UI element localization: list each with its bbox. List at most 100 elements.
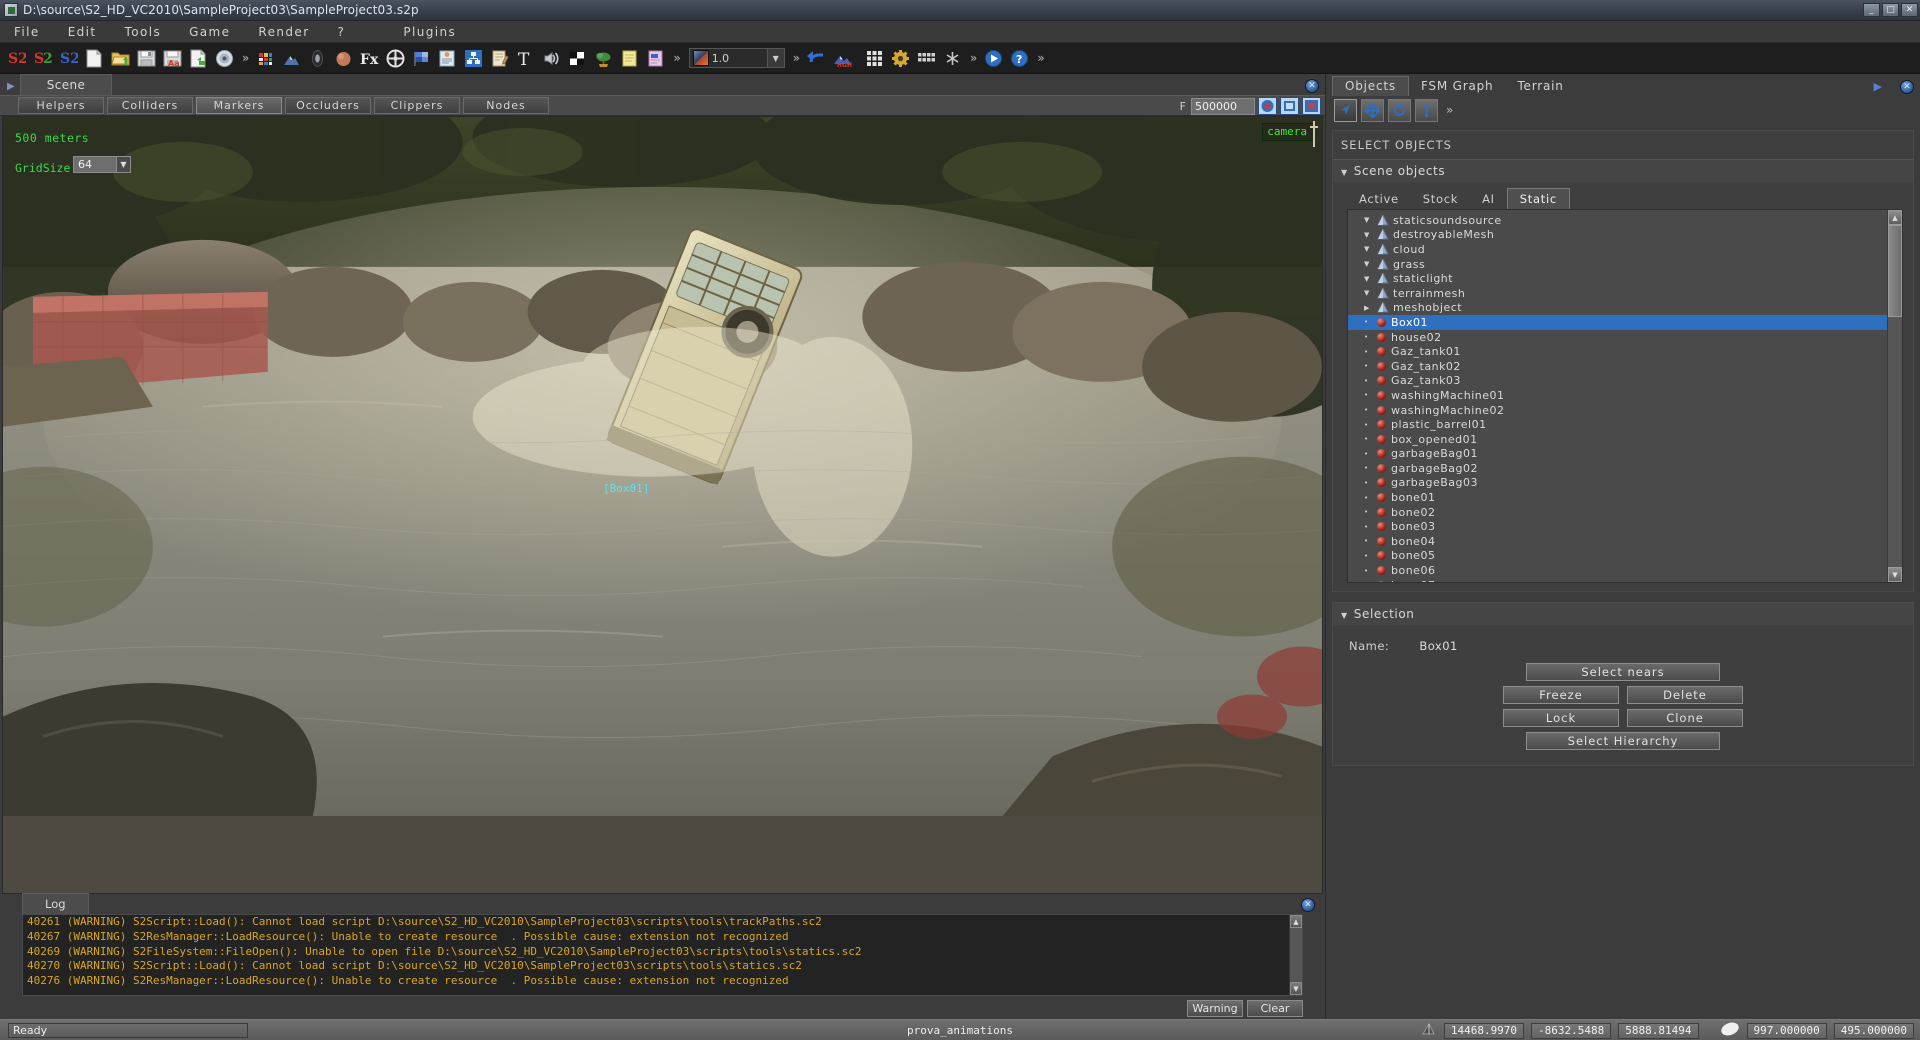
log-warning-button[interactable]: Warning (1187, 1000, 1243, 1017)
rubik-cube-icon[interactable] (253, 46, 278, 71)
tree-row[interactable]: • bone07 (1348, 578, 1887, 582)
menu-help[interactable]: ? (324, 23, 360, 41)
frame-input[interactable]: 500000 (1191, 97, 1255, 115)
selection-section-header[interactable]: ▼ Selection (1333, 603, 1913, 625)
tree-list[interactable]: ▼ staticsoundsource ▼ destroyableMesh ▼ cloud… (1348, 210, 1887, 582)
overflow-chevron-2-icon[interactable]: » (669, 51, 684, 65)
view-tab-occluders[interactable]: Occluders (285, 97, 371, 114)
view-tab-nodes[interactable]: Nodes (463, 97, 549, 114)
select-nears-button[interactable]: Select nears (1526, 663, 1720, 681)
edit-note-icon[interactable] (487, 46, 512, 71)
transform-overflow-icon[interactable]: » (1442, 103, 1457, 117)
view-tab-colliders[interactable]: Colliders (107, 97, 193, 114)
tab-fsm-graph[interactable]: FSM Graph (1409, 77, 1506, 96)
tree-row[interactable]: ▼ cloud (1348, 242, 1887, 257)
close-button[interactable]: ✕ (1901, 3, 1918, 17)
menu-tools[interactable]: Tools (111, 23, 176, 41)
scale-icon[interactable] (1415, 98, 1438, 122)
save-disk-icon[interactable] (134, 46, 159, 71)
mountain-icon[interactable] (279, 46, 304, 71)
scroll-down-icon[interactable]: ▼ (1290, 982, 1302, 995)
log-output[interactable]: 40261 (WARNING) S2Script::Load(): Cannot… (22, 914, 1303, 996)
text-tool-icon[interactable]: T (513, 46, 538, 71)
tree-row[interactable]: • box_opened01 (1348, 432, 1887, 447)
tab-scene[interactable]: Scene (19, 74, 113, 95)
tree-icon[interactable] (591, 46, 616, 71)
open-folder-icon[interactable] (108, 46, 133, 71)
tree-row[interactable]: • garbageBag02 (1348, 461, 1887, 476)
log-scrollbar[interactable]: ▲ ▼ (1289, 915, 1302, 995)
tree-twisty-icon[interactable]: ▶ (1364, 304, 1377, 312)
overflow-chevron-5-icon[interactable]: » (1033, 51, 1048, 65)
clone-button[interactable]: Clone (1627, 709, 1743, 727)
log-clear-button[interactable]: Clear (1247, 1000, 1303, 1017)
tree-row[interactable]: • washingMachine02 (1348, 403, 1887, 418)
rotate-icon[interactable] (1388, 98, 1411, 122)
tree-twisty-icon[interactable]: ▼ (1364, 245, 1377, 253)
tree-row[interactable]: • bone01 (1348, 490, 1887, 505)
material-icon[interactable] (643, 46, 668, 71)
tree-row[interactable]: ▼ terrainmesh (1348, 286, 1887, 301)
tree-row[interactable]: • bone02 (1348, 505, 1887, 520)
target-icon[interactable] (1258, 97, 1277, 115)
play-icon[interactable] (981, 46, 1006, 71)
tree-row[interactable]: ▼ grass (1348, 257, 1887, 272)
tree-twisty-icon[interactable]: ▼ (1364, 289, 1377, 297)
undo-icon[interactable] (804, 46, 829, 71)
select-hierarchy-button[interactable]: Select Hierarchy (1526, 732, 1720, 750)
node-graph-icon[interactable] (461, 46, 486, 71)
menu-file[interactable]: File (0, 23, 54, 41)
bake-icon[interactable] (914, 46, 939, 71)
tree-row[interactable]: • bone06 (1348, 563, 1887, 578)
import-document-icon[interactable] (186, 46, 211, 71)
menu-plugins[interactable]: Plugins (389, 23, 470, 41)
filter-tab-ai[interactable]: AI (1470, 189, 1507, 209)
checker-icon[interactable] (565, 46, 590, 71)
script-document-icon[interactable] (435, 46, 460, 71)
tab-log[interactable]: Log (22, 893, 89, 914)
view-tab-clippers[interactable]: Clippers (374, 97, 460, 114)
scroll-up-icon[interactable]: ▲ (1290, 915, 1302, 928)
tree-row[interactable]: ▼ destroyableMesh (1348, 228, 1887, 243)
tab-terrain[interactable]: Terrain (1505, 77, 1575, 96)
tree-twisty-icon[interactable]: ▼ (1364, 216, 1377, 224)
tree-row-selected[interactable]: • Box01 (1348, 315, 1887, 330)
help-icon[interactable]: ? (1007, 46, 1032, 71)
tree-row[interactable]: • washingMachine01 (1348, 388, 1887, 403)
close-red-icon[interactable] (1302, 97, 1321, 115)
window-controls[interactable]: _ □ ✕ (1863, 3, 1918, 17)
section-collapse-icon[interactable]: ▼ (1341, 168, 1348, 177)
tire-icon[interactable] (305, 46, 330, 71)
view-tab-markers[interactable]: Markers (196, 97, 282, 114)
tree-row[interactable]: • Gaz_tank03 (1348, 374, 1887, 389)
tree-scroll-thumb[interactable] (1888, 225, 1902, 317)
render-icon[interactable] (1280, 97, 1299, 115)
tree-row[interactable]: • garbageBag01 (1348, 447, 1887, 462)
overflow-chevron-4-icon[interactable]: » (966, 51, 981, 65)
terrain-icon[interactable]: HGH (830, 46, 855, 71)
tree-row[interactable]: • Gaz_tank01 (1348, 344, 1887, 359)
tree-row[interactable]: • bone04 (1348, 534, 1887, 549)
s2-blue-icon[interactable]: S2 (56, 46, 81, 71)
cd-disc-icon[interactable] (212, 46, 237, 71)
menu-game[interactable]: Game (175, 23, 244, 41)
maximize-button[interactable]: □ (1882, 3, 1899, 17)
select-arrow-icon[interactable] (1334, 98, 1357, 122)
scene-close-badge[interactable]: ✕ (1305, 79, 1319, 93)
tree-row[interactable]: ▶ meshobject (1348, 301, 1887, 316)
new-document-icon[interactable] (82, 46, 107, 71)
filter-tab-active[interactable]: Active (1347, 189, 1411, 209)
tree-scrollbar[interactable]: ▲ ▼ (1887, 210, 1902, 582)
save-as-icon[interactable]: Aa (160, 46, 185, 71)
log-close-badge[interactable]: ✕ (1301, 898, 1315, 912)
tree-twisty-icon[interactable]: ▼ (1364, 275, 1377, 283)
overflow-chevron-3-icon[interactable]: » (789, 51, 804, 65)
sphere-icon[interactable] (331, 46, 356, 71)
menu-render[interactable]: Render (244, 23, 323, 41)
lock-button[interactable]: Lock (1503, 709, 1619, 727)
filter-tab-static[interactable]: Static (1506, 188, 1570, 209)
tree-row[interactable]: ▼ staticsoundsource (1348, 213, 1887, 228)
gear-icon[interactable] (888, 46, 913, 71)
scene-objects-section[interactable]: ▼ Scene objects (1333, 159, 1913, 182)
right-panel-play-icon[interactable]: ▶ (1874, 80, 1882, 93)
